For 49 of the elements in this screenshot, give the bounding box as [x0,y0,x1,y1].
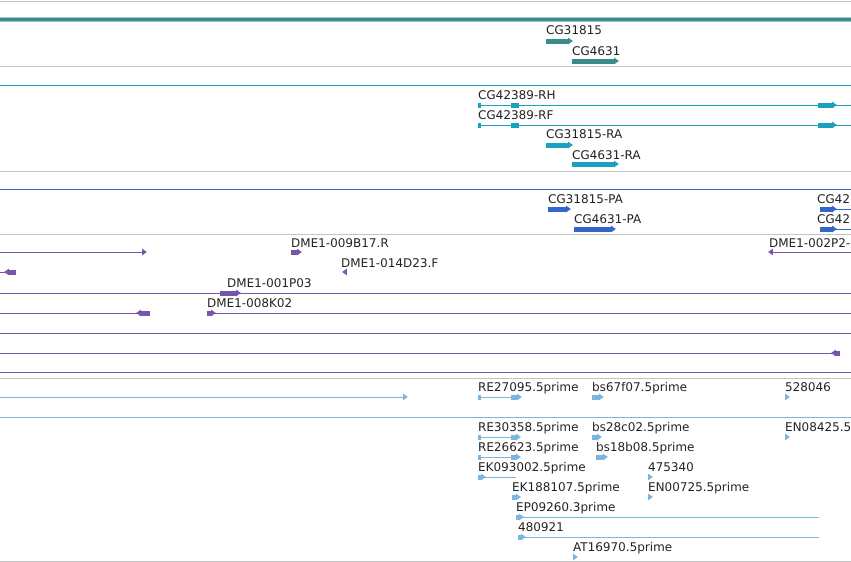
feature-glyph[interactable] [820,226,851,232]
feature-glyph[interactable] [207,310,851,316]
feature-label: 480921 [518,520,564,534]
feature-glyph[interactable] [342,268,347,276]
feature-label: CG4631 [572,44,620,58]
feature-label: bs28c02.5prime [592,420,690,434]
feature-glyph[interactable] [0,248,147,256]
feature-glyph[interactable] [572,160,619,168]
feature-glyph[interactable] [574,226,616,232]
feature-label: CG4631-PA [574,212,642,226]
feature-label: 475340 [648,460,694,474]
feature-glyph[interactable] [291,248,302,256]
feature-label: CG42 [817,192,850,206]
feature-glyph[interactable] [0,350,840,356]
feature-label: RE26623.5prime [478,440,578,454]
feature-label: CG42389-RH [478,88,556,102]
feature-label: CG4631-RA [572,148,641,162]
feature-glyph[interactable] [0,310,150,316]
feature-glyph[interactable] [768,248,851,256]
feature-label: DME1-014D23.F [341,256,438,270]
feature-glyph[interactable] [572,58,619,64]
feature-label: EN00725.5prime [648,480,750,494]
feature-label: EN08425.5 [785,420,851,434]
feature-label: CG31815 [546,23,602,37]
feature-glyph[interactable] [548,206,571,212]
feature-glyph[interactable] [0,268,16,276]
feature-label: bs67f07.5prime [592,380,688,394]
feature-label: RE27095.5prime [478,380,578,394]
feature-glyph[interactable] [478,122,851,128]
feature-glyph[interactable] [546,142,573,148]
feature-label: CG31815-PA [548,192,623,206]
feature-label: EP09260.3prime [516,500,616,514]
feature-label: DME1-001P03 [227,276,312,290]
feature-label: CG42 [817,212,850,226]
feature-label: EK093002.5prime [478,460,586,474]
feature-label: 528046 [785,380,831,394]
feature-glyph[interactable] [478,102,851,108]
feature-label: CG42389-RF [478,108,554,122]
feature-label: RE30358.5prime [478,420,578,434]
feature-glyph[interactable] [0,290,851,296]
feature-glyph[interactable] [820,206,851,212]
feature-label: DME1-008K02 [207,296,292,310]
feature-label: AT16970.5prime [573,540,672,554]
feature-label: DME1-002P2- [769,236,850,250]
feature-label: DME1-009B17.R [291,236,389,250]
feature-label: CG31815-RA [546,127,622,141]
feature-label: EK188107.5prime [512,480,620,494]
feature-label: bs18b08.5prime [596,440,694,454]
feature-glyph[interactable] [546,38,573,44]
